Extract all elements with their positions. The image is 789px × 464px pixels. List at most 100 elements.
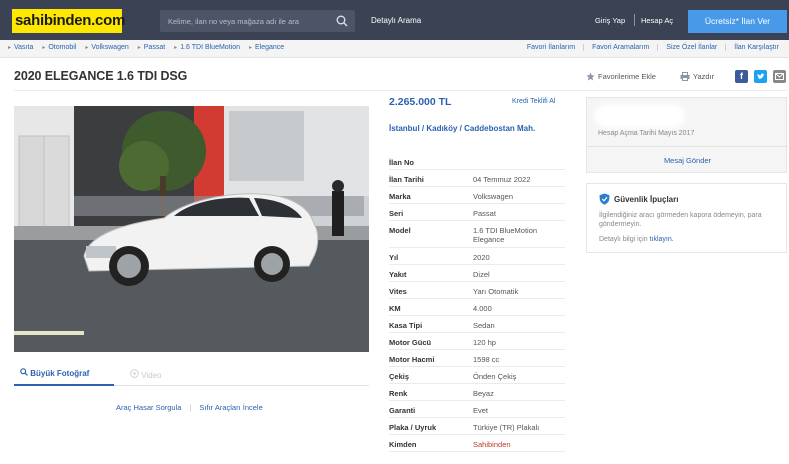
tab-large-photo[interactable]: Büyük Fotoğraf bbox=[14, 364, 114, 386]
search-box[interactable] bbox=[160, 10, 355, 32]
advanced-search-link[interactable]: Detaylı Arama bbox=[371, 16, 421, 25]
detail-value: Beyaz bbox=[473, 389, 494, 398]
post-ad-button[interactable]: Ücretsiz* İlan Ver bbox=[688, 10, 787, 33]
favorite-searches-link[interactable]: Favori Aramalarım bbox=[583, 44, 657, 51]
detail-key: Kimden bbox=[389, 440, 417, 449]
page-title: 2020 ELEGANCE 1.6 TDI DSG bbox=[14, 69, 188, 83]
detail-value: Passat bbox=[473, 209, 496, 218]
detail-key: KM bbox=[389, 304, 401, 313]
detail-value: Önden Çekiş bbox=[473, 372, 517, 381]
user-links: Favori İlanlarım Favori Aramalarım Size … bbox=[519, 44, 787, 51]
tab-video-label: Video bbox=[141, 371, 162, 380]
security-tips-title-text: Güvenlik İpuçları bbox=[614, 194, 679, 204]
seller-name-blurred bbox=[598, 108, 681, 124]
detail-row: Kasa Tipi Sedan bbox=[389, 316, 565, 333]
detail-key: Marka bbox=[389, 192, 411, 201]
detail-key: Yakıt bbox=[389, 270, 407, 279]
tab-large-photo-label: Büyük Fotoğraf bbox=[30, 369, 90, 378]
detail-value: 1.6 TDI BlueMotion Elegance bbox=[473, 226, 538, 244]
breadcrumb-bar: Vasıta Otomobil Volkswagen Passat 1.6 TD… bbox=[0, 40, 789, 58]
tab-video[interactable]: Video bbox=[130, 369, 162, 380]
detail-value: Yarı Otomatik bbox=[473, 287, 519, 296]
detail-row: İlan Tarihi 04 Temmuz 2022 bbox=[389, 170, 565, 187]
detail-value: 120 hp bbox=[473, 338, 496, 347]
listing-price: 2.265.000 TL bbox=[389, 96, 452, 108]
breadcrumb-item[interactable]: Volkswagen bbox=[85, 44, 128, 51]
seller-divider bbox=[587, 146, 788, 147]
detail-row: Kimden Sahibinden bbox=[389, 435, 565, 452]
top-navbar: sahibinden.com Detaylı Arama Giriş Yap H… bbox=[0, 0, 789, 40]
header-divider bbox=[634, 14, 635, 26]
detail-row: Plaka / Uyruk Türkiye (TR) Plakalı bbox=[389, 418, 565, 435]
compare-listings-link[interactable]: İlan Karşılaştır bbox=[725, 44, 787, 51]
breadcrumb-item[interactable]: Passat bbox=[138, 44, 165, 51]
favorite-listings-link[interactable]: Favori İlanlarım bbox=[519, 44, 583, 51]
detail-key: Vites bbox=[389, 287, 407, 296]
new-cars-link[interactable]: Sıfır Araçları İncele bbox=[199, 403, 262, 412]
detail-key: Yıl bbox=[389, 253, 399, 262]
detail-key: İlan Tarihi bbox=[389, 175, 424, 184]
search-icon[interactable] bbox=[336, 15, 348, 27]
link-separator: | bbox=[189, 403, 192, 412]
security-more-link[interactable]: tıklayın. bbox=[650, 236, 674, 243]
send-message-button[interactable]: Mesaj Gönder bbox=[587, 156, 788, 165]
detail-value: Evet bbox=[473, 406, 489, 415]
detail-value: Dizel bbox=[473, 270, 490, 279]
damage-check-link[interactable]: Araç Hasar Sorgula bbox=[116, 403, 181, 412]
detail-row: Garanti Evet bbox=[389, 401, 565, 418]
shield-icon bbox=[599, 193, 610, 205]
add-favorite-label: Favorilerime Ekle bbox=[598, 72, 656, 81]
login-link[interactable]: Giriş Yap bbox=[595, 16, 625, 25]
site-logo[interactable]: sahibinden.com bbox=[12, 9, 125, 33]
security-tips-body: İlgilendiğiniz aracı görmeden kapora öde… bbox=[599, 212, 762, 228]
detail-key: Seri bbox=[389, 209, 404, 218]
car-photo-illustration bbox=[14, 106, 369, 352]
twitter-share-icon[interactable] bbox=[754, 70, 767, 83]
detail-key: Motor Gücü bbox=[389, 338, 432, 347]
detail-row: Yakıt Dizel bbox=[389, 265, 565, 282]
breadcrumb-item[interactable]: Vasıta bbox=[8, 44, 33, 51]
detail-value: Sedan bbox=[473, 321, 495, 330]
facebook-share-icon[interactable]: f bbox=[735, 70, 748, 83]
detail-value bbox=[473, 153, 565, 169]
special-listings-link[interactable]: Size Özel İlanlar bbox=[657, 44, 725, 51]
listing-location[interactable]: İstanbul / Kadıköy / Caddebostan Mah. bbox=[389, 123, 564, 134]
detail-value: 1598 cc bbox=[473, 355, 500, 364]
detail-value: Sahibinden bbox=[473, 440, 511, 449]
security-more: Detaylı bilgi için tıklayın. bbox=[599, 236, 674, 243]
star-icon bbox=[586, 72, 595, 81]
detail-row: İlan No bbox=[389, 153, 565, 170]
detail-row: Yıl 2020 bbox=[389, 248, 565, 265]
credit-offer-link[interactable]: Kredi Teklifi Al bbox=[512, 98, 555, 105]
detail-row: Renk Beyaz bbox=[389, 384, 565, 401]
title-divider bbox=[14, 90, 787, 91]
detail-row: Motor Gücü 120 hp bbox=[389, 333, 565, 350]
add-favorite-button[interactable]: Favorilerime Ekle bbox=[586, 72, 656, 81]
breadcrumb-item[interactable]: Elegance bbox=[249, 44, 284, 51]
print-button[interactable]: Yazdır bbox=[680, 72, 714, 81]
register-link[interactable]: Hesap Aç bbox=[641, 16, 673, 25]
email-share-icon[interactable] bbox=[773, 70, 786, 83]
security-more-prefix: Detaylı bilgi için bbox=[599, 236, 648, 243]
detail-key: Renk bbox=[389, 389, 408, 398]
breadcrumb: Vasıta Otomobil Volkswagen Passat 1.6 TD… bbox=[8, 44, 284, 51]
detail-row: Seri Passat bbox=[389, 204, 565, 221]
detail-value: Türkiye (TR) Plakalı bbox=[473, 423, 540, 432]
detail-key: Plaka / Uyruk bbox=[389, 423, 437, 432]
detail-row: Model 1.6 TDI BlueMotion Elegance bbox=[389, 221, 565, 248]
detail-row: Motor Hacmi 1598 cc bbox=[389, 350, 565, 367]
breadcrumb-item[interactable]: 1.6 TDI BlueMotion bbox=[174, 44, 240, 51]
play-icon bbox=[130, 369, 139, 378]
detail-key: Kasa Tipi bbox=[389, 321, 423, 330]
detail-key: Model bbox=[389, 226, 411, 235]
listing-photo[interactable] bbox=[14, 106, 369, 352]
search-input[interactable] bbox=[160, 10, 330, 32]
account-since: Hesap Açma Tarihi Mayıs 2017 bbox=[598, 130, 695, 137]
detail-key: Çekiş bbox=[389, 372, 410, 381]
security-tips-title: Güvenlik İpuçları bbox=[599, 193, 678, 205]
detail-value: 04 Temmuz 2022 bbox=[473, 175, 531, 184]
detail-value: 4.000 bbox=[473, 304, 492, 313]
breadcrumb-item[interactable]: Otomobil bbox=[42, 44, 76, 51]
print-label: Yazdır bbox=[693, 72, 715, 81]
detail-key: Garanti bbox=[389, 406, 416, 415]
